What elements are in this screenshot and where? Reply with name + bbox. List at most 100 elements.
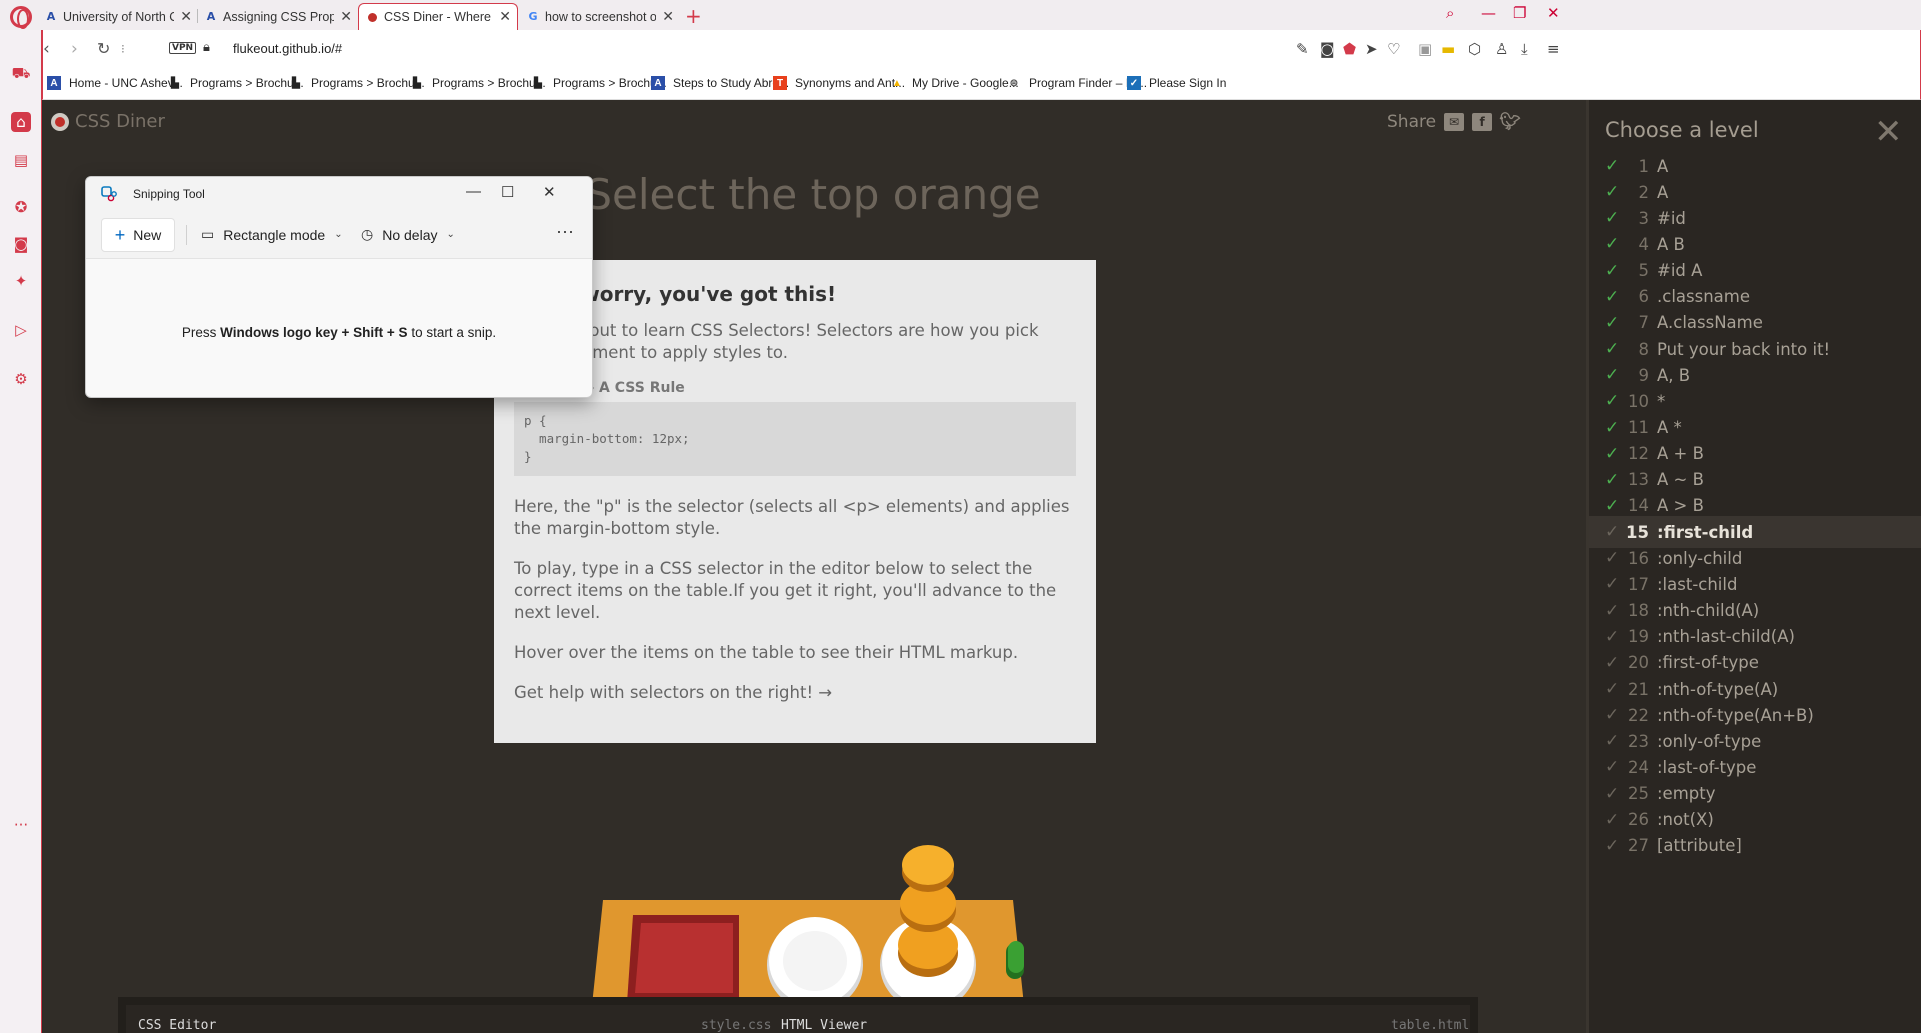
level-number: 9 bbox=[1638, 365, 1650, 385]
checkmark-icon: ✓ bbox=[1605, 339, 1620, 360]
forward-icon[interactable]: › bbox=[71, 39, 78, 59]
lock-icon[interactable]: 🔒︎ bbox=[203, 40, 210, 55]
twitter-icon[interactable]: ✦ bbox=[11, 271, 31, 291]
pickle[interactable] bbox=[1006, 941, 1024, 979]
more-icon[interactable]: ··· bbox=[11, 815, 31, 835]
level-number: 14 bbox=[1628, 496, 1649, 516]
back-icon[interactable]: ‹ bbox=[43, 39, 50, 59]
checkmark-icon: ✓ bbox=[1605, 783, 1620, 804]
address-bar: ‹ › ↻ ⁝ VPN 🔒︎ flukeout.github.io/# ✎ ◙ … bbox=[42, 30, 1921, 69]
checkmark-icon: ✓ bbox=[1605, 600, 1620, 621]
send-icon[interactable]: ➤ bbox=[1365, 40, 1378, 58]
download-icon[interactable]: ⤓ bbox=[1521, 40, 1528, 58]
adblock-icon[interactable]: ⬟ bbox=[1343, 40, 1356, 58]
minimize-icon[interactable]: — bbox=[466, 183, 481, 200]
checkmark-icon: ✓ bbox=[1605, 679, 1620, 699]
workspace-icon[interactable]: ⛟ bbox=[11, 64, 31, 84]
bookmark-home-unc[interactable]: A Home - UNC Ashev... bbox=[47, 76, 183, 90]
settings-icon[interactable]: ⚙ bbox=[11, 369, 31, 389]
snip-mode-dropdown[interactable]: ▭ Rectangle mode ⌄ bbox=[201, 226, 343, 243]
facebook-icon[interactable]: f bbox=[1472, 113, 1493, 131]
tab-title: Assigning CSS Properties U bbox=[223, 9, 335, 24]
orange-top-selected[interactable] bbox=[902, 845, 954, 892]
checkmark-icon: ✓ bbox=[1605, 626, 1620, 647]
twitter-icon[interactable]: 🐦︎ bbox=[1499, 112, 1521, 132]
home-icon[interactable]: ⌂ bbox=[11, 112, 31, 132]
restore-icon[interactable]: ❐ bbox=[1513, 4, 1526, 22]
level-name: A B bbox=[1657, 234, 1685, 254]
level-number: 8 bbox=[1638, 339, 1650, 359]
canvas-icon: A bbox=[47, 76, 61, 90]
tab-unc[interactable]: A University of North Carolina ✕ bbox=[38, 3, 198, 30]
cube-icon[interactable]: ⬡ bbox=[1468, 40, 1481, 58]
bookmark-my-drive[interactable]: ▲ My Drive - Google... bbox=[890, 76, 1019, 90]
bookmark-synonyms[interactable]: T Synonyms and Ant... bbox=[773, 76, 905, 90]
delay-dropdown[interactable]: ◷ No delay ⌄ bbox=[361, 226, 455, 243]
bookmarks-icon[interactable]: ▤ bbox=[11, 150, 31, 170]
new-snip-button[interactable]: + New bbox=[101, 218, 175, 252]
close-icon[interactable]: ✕ bbox=[662, 9, 674, 25]
level-name: :only-child bbox=[1657, 548, 1743, 568]
minimize-icon[interactable]: — bbox=[1481, 4, 1496, 22]
close-icon[interactable]: ✕ bbox=[499, 9, 511, 25]
snipping-tool-titlebar: Snipping Tool — ☐ ✕ bbox=[86, 177, 592, 211]
maximize-icon[interactable]: ☐ bbox=[501, 183, 514, 201]
bookmark-programs-3[interactable]: ▙ Programs > Brochu... bbox=[410, 76, 546, 90]
tab-css-properties[interactable]: A Assigning CSS Properties U ✕ bbox=[198, 3, 358, 30]
exhibit-label: Exhibit 1 - A CSS Rule bbox=[514, 380, 685, 396]
help-link[interactable]: Get help with selectors on the right! → bbox=[514, 682, 1076, 704]
level-name: A + B bbox=[1657, 444, 1704, 464]
account-icon[interactable]: ♙ bbox=[1495, 40, 1508, 58]
snipping-tool-toolbar: + New ▭ Rectangle mode ⌄ ◷ No delay ⌄ ··… bbox=[86, 211, 592, 259]
more-options-icon[interactable]: ··· bbox=[556, 221, 574, 242]
bookmark-programs-2[interactable]: ▙ Programs > Brochu... bbox=[289, 76, 425, 90]
email-icon[interactable]: ✉ bbox=[1444, 113, 1465, 131]
bookmark-programs-1[interactable]: ▙ Programs > Brochu... bbox=[168, 76, 304, 90]
bento-box[interactable] bbox=[627, 915, 739, 1008]
bookmark-label: Programs > Brochu... bbox=[190, 76, 304, 90]
bookmark-programs-4[interactable]: ▙ Programs > Brochu... bbox=[531, 76, 667, 90]
level-chooser-title: Choose a level bbox=[1605, 118, 1759, 142]
url-field[interactable]: flukeout.github.io/# bbox=[233, 41, 342, 56]
code-line: } bbox=[524, 449, 532, 464]
bookmark-study-abroad[interactable]: A Steps to Study Abro... bbox=[651, 76, 789, 90]
level-name: :nth-of-type(An+B) bbox=[1657, 705, 1814, 725]
heart-icon[interactable]: ♡ bbox=[1387, 40, 1400, 58]
help-paragraph: Here, the "p" is the selector (selects a… bbox=[514, 497, 1070, 538]
close-window-icon[interactable]: ✕ bbox=[1547, 4, 1560, 22]
tab-css-diner[interactable]: CSS Diner - Where we feast ✕ bbox=[358, 3, 518, 30]
level-item[interactable]: ✓ 27 [attribute] bbox=[1605, 830, 1921, 862]
new-tab-button[interactable]: + bbox=[685, 4, 702, 28]
checkmark-icon: ✓ bbox=[1605, 574, 1620, 595]
tab-screenshot-search[interactable]: G how to screenshot on wind ✕ bbox=[520, 3, 680, 30]
edit-icon[interactable]: ✎ bbox=[1296, 40, 1309, 58]
close-icon[interactable]: ✕ bbox=[180, 9, 192, 25]
html-viewer-label: HTML Viewer bbox=[781, 1018, 868, 1033]
player-icon[interactable]: ▷ bbox=[11, 320, 31, 340]
search-tabs-icon[interactable]: ⌕ bbox=[1446, 4, 1454, 22]
bookmark-label: Please Sign In bbox=[1149, 76, 1227, 90]
msg-suffix: to start a snip. bbox=[407, 325, 497, 340]
extension-yellow-icon[interactable]: ▬ bbox=[1441, 40, 1455, 58]
opera-logo-icon[interactable] bbox=[10, 6, 32, 29]
close-icon[interactable]: ✕ bbox=[1874, 112, 1903, 152]
css-diner-logo[interactable]: CSS Diner bbox=[51, 111, 165, 132]
vpn-badge[interactable]: VPN bbox=[169, 42, 197, 54]
instagram-icon[interactable]: ◙ bbox=[11, 234, 31, 254]
level-number: 11 bbox=[1628, 418, 1649, 437]
menu-icon[interactable]: ≡ bbox=[1547, 40, 1560, 58]
close-icon[interactable]: ✕ bbox=[340, 9, 352, 25]
close-icon[interactable]: ✕ bbox=[543, 183, 556, 201]
bookmark-sign-in[interactable]: ✓ Please Sign In bbox=[1127, 76, 1226, 90]
messenger-icon[interactable]: ✪ bbox=[11, 197, 31, 217]
checkmark-icon: ✓ bbox=[1605, 652, 1620, 673]
extension-icon[interactable]: ▣ bbox=[1418, 40, 1432, 58]
level-number: 2 bbox=[1638, 182, 1650, 202]
checkmark-icon: ✓ bbox=[1605, 809, 1620, 830]
msg-prefix: Press bbox=[181, 325, 221, 340]
camera-icon[interactable]: ◙ bbox=[1320, 40, 1335, 58]
reload-icon[interactable]: ↻ bbox=[97, 39, 110, 58]
help-paragraph: Hover over the items on the table to see… bbox=[514, 643, 1019, 662]
tab-title: CSS Diner - Where we feast bbox=[384, 10, 493, 24]
level-name: A ~ B bbox=[1657, 470, 1704, 490]
